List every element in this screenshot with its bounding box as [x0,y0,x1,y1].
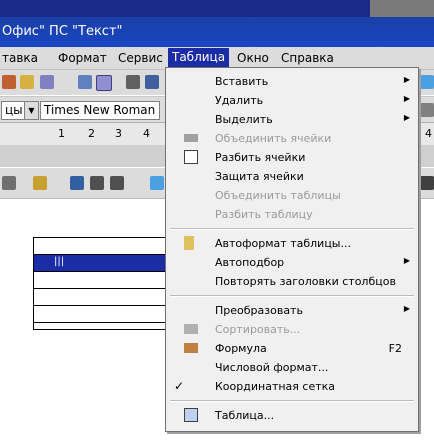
autoformat-icon [184,236,194,250]
menu-item-convert[interactable]: Преобразовать ▶ [166,301,418,320]
menu-item-split-table: Разбить таблицу [215,208,313,221]
title-bar: Офис" ПС "Текст" [0,17,434,47]
top-stripe-gray [370,0,434,17]
font-combo-value: Times New Roman [44,103,156,117]
menu-item-merge-tables: Объединить таблицы [215,189,341,202]
menu-insert[interactable]: тавка [2,51,38,65]
align-icon[interactable] [420,103,434,117]
menu-item-protect-cell[interactable]: Защита ячейки [166,167,418,186]
table-row-selected[interactable]: ||| [33,254,170,271]
table-menu: Вставить ▶ Удалить ▶ Выделить ▶ Объедини… [165,67,419,432]
table-icon[interactable] [90,176,104,190]
table-row[interactable] [33,288,170,305]
menu-item-delete[interactable]: Удалить ▶ [166,91,418,110]
menu-item-autoformat[interactable]: Автоформат таблицы... [166,234,418,253]
ruler-tick: 3 [115,127,122,140]
brush-icon[interactable] [126,75,140,89]
borders-icon[interactable] [2,176,16,190]
menu-service[interactable]: Сервис [118,51,163,65]
chevron-right-icon: ▶ [403,113,410,122]
chevron-right-icon: ▶ [403,304,410,313]
sum-icon[interactable] [420,176,434,190]
menu-item-table-properties[interactable]: Таблица... [166,406,418,425]
table-properties-icon [184,408,198,422]
menu-table[interactable]: Таблица [168,48,230,69]
menu-window[interactable]: Окно [237,51,269,65]
menu-help[interactable]: Справка [281,51,334,65]
chevron-right-icon: ▶ [403,94,410,103]
font-combo[interactable]: Times New Roman [40,101,160,120]
cut-icon[interactable] [2,75,16,89]
menu-separator [170,228,414,230]
menu-item-number-format[interactable]: Числовой формат... [166,358,418,377]
navigator-icon[interactable] [420,75,434,89]
menu-item-repeat-headers[interactable]: Повторять заголовки столбцов [166,272,418,291]
optimize-icon[interactable] [150,176,164,190]
undo-icon[interactable] [145,75,159,89]
shortcut-text: F2 [388,342,402,355]
ruler-tick-right: 4 [425,127,432,140]
insert-row-icon[interactable] [70,176,84,190]
menu-separator [170,400,414,402]
top-stripe-blue [0,0,400,17]
check-icon: ✓ [174,379,185,393]
style-combo[interactable]: цы ▼ [1,101,39,120]
autospell-icon[interactable] [96,75,112,91]
table-row[interactable] [33,322,170,330]
chevron-down-icon[interactable]: ▼ [24,102,38,119]
spellcheck-icon[interactable] [78,75,92,89]
ruler-tick: 2 [88,127,95,140]
menu-item-insert[interactable]: Вставить ▶ [166,72,418,91]
ruler-tick: 4 [143,127,150,140]
menu-separator [170,295,414,297]
sort-icon [184,324,198,334]
menu-item-grid[interactable]: ✓ Координатная сетка [166,377,418,396]
chevron-right-icon: ▶ [403,75,410,84]
fill-icon[interactable] [33,176,47,190]
menu-item-autofit[interactable]: Автоподбор ▶ [166,253,418,272]
menu-item-merge-cells: Объединить ячейки [166,129,418,148]
formula-icon [184,343,198,353]
menu-format[interactable]: Формат [58,51,107,65]
menu-item-select[interactable]: Выделить ▶ [166,110,418,129]
ruler-tick: 1 [58,127,65,140]
table-cell-text: ||| [54,256,65,267]
print-preview-icon[interactable] [40,75,54,89]
paste-icon[interactable] [20,75,34,89]
chevron-right-icon: ▶ [403,256,410,265]
table-row[interactable] [33,271,170,288]
table-row[interactable] [33,237,170,254]
menu-item-formula[interactable]: Формула F2 [166,339,418,358]
menu-item-split-cells[interactable]: Разбить ячейки [166,148,418,167]
split-cells-icon [184,150,198,164]
merge-cells-icon [184,134,198,142]
top-stripe [0,0,434,17]
menu-item-sort: Сортировать... [166,320,418,339]
style-combo-value: цы [5,103,23,117]
delete-row-icon[interactable] [110,176,124,190]
window-title: Офис" ПС "Текст" [2,24,123,39]
table-row[interactable] [33,305,170,322]
